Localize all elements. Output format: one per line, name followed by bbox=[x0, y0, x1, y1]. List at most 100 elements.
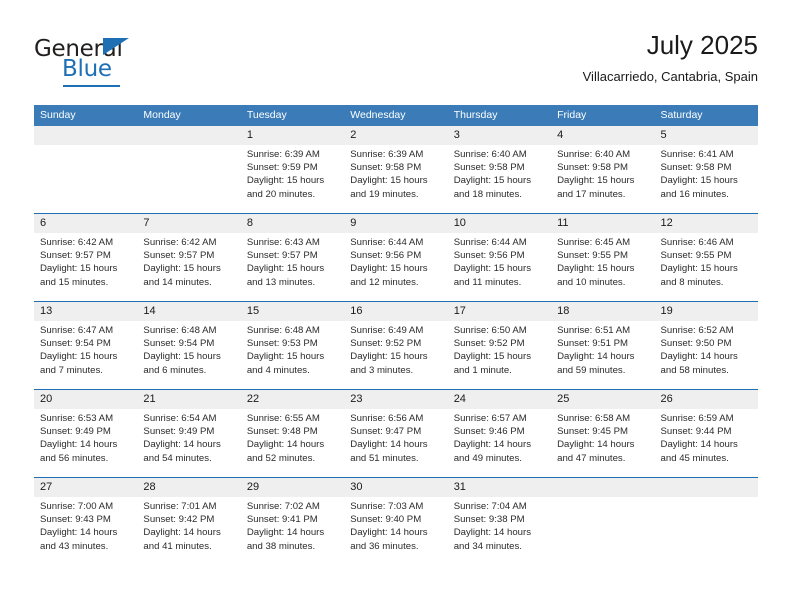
day-detail-line: Daylight: 15 hours bbox=[453, 263, 532, 275]
day-detail-line: Sunset: 9:53 PM bbox=[246, 338, 318, 350]
logo-text-blue: Blue bbox=[62, 56, 112, 82]
day-number-7[interactable]: 7 bbox=[137, 214, 240, 233]
day-number-28[interactable]: 28 bbox=[137, 478, 240, 497]
day-cell-21[interactable]: Sunrise: 6:54 AM Sunset: 9:49 PM Daylight:… bbox=[137, 409, 240, 477]
day-number-18[interactable]: 18 bbox=[551, 302, 654, 321]
day-number-10[interactable]: 10 bbox=[448, 214, 551, 233]
day-cell-19[interactable]: Sunrise: 6:52 AM Sunset: 9:50 PM Daylight:… bbox=[655, 321, 758, 389]
calendar-week-row: 1 2 3 4 5 Sunrise: 6:39 AM Sunset: 9:59 PM Dayl… bbox=[34, 126, 758, 214]
day-cell-27[interactable]: Sunrise: 7:00 AM Sunset: 9:43 PM Daylight:… bbox=[34, 497, 137, 565]
day-cell-7[interactable]: Sunrise: 6:42 AM Sunset: 9:57 PM Daylight:… bbox=[137, 233, 240, 301]
day-cell-16[interactable]: Sunrise: 6:49 AM Sunset: 9:52 PM Daylight:… bbox=[344, 321, 447, 389]
day-number-14[interactable]: 14 bbox=[137, 302, 240, 321]
day-detail-line: Sunset: 9:45 PM bbox=[557, 426, 629, 438]
day-detail-line: Sunset: 9:55 PM bbox=[660, 250, 732, 262]
day-cell-12[interactable]: Sunrise: 6:46 AM Sunset: 9:55 PM Daylight:… bbox=[655, 233, 758, 301]
day-cell-2[interactable]: Sunrise: 6:39 AM Sunset: 9:58 PM Daylight:… bbox=[344, 145, 447, 213]
day-number-17[interactable]: 17 bbox=[448, 302, 551, 321]
day-detail-row: Sunrise: 6:53 AM Sunset: 9:49 PM Daylight:… bbox=[34, 409, 758, 477]
day-cell-4[interactable]: Sunrise: 6:40 AM Sunset: 9:58 PM Daylight:… bbox=[551, 145, 654, 213]
day-number-19[interactable]: 19 bbox=[655, 302, 758, 321]
day-detail-line: Daylight: 14 hours bbox=[143, 527, 221, 539]
day-number-27[interactable]: 27 bbox=[34, 478, 137, 497]
day-number-15[interactable]: 15 bbox=[241, 302, 344, 321]
day-detail-line: Sunrise: 6:39 AM bbox=[246, 149, 320, 160]
day-number-30[interactable]: 30 bbox=[344, 478, 447, 497]
day-cell-29[interactable]: Sunrise: 7:02 AM Sunset: 9:41 PM Daylight:… bbox=[241, 497, 344, 565]
day-number-8[interactable]: 8 bbox=[241, 214, 344, 233]
day-cell-10[interactable]: Sunrise: 6:44 AM Sunset: 9:56 PM Daylight:… bbox=[448, 233, 551, 301]
day-number-25[interactable]: 25 bbox=[551, 390, 654, 409]
day-cell-15[interactable]: Sunrise: 6:48 AM Sunset: 9:53 PM Daylight:… bbox=[241, 321, 344, 389]
day-cell-13[interactable]: Sunrise: 6:47 AM Sunset: 9:54 PM Daylight:… bbox=[34, 321, 137, 389]
day-cell-25[interactable]: Sunrise: 6:58 AM Sunset: 9:45 PM Daylight:… bbox=[551, 409, 654, 477]
day-number-24[interactable]: 24 bbox=[448, 390, 551, 409]
day-detail-line: Sunset: 9:58 PM bbox=[660, 162, 732, 174]
day-number-6[interactable]: 6 bbox=[34, 214, 137, 233]
day-cell-11[interactable]: Sunrise: 6:45 AM Sunset: 9:55 PM Daylight:… bbox=[551, 233, 654, 301]
day-detail-line: Sunrise: 6:53 AM bbox=[40, 413, 114, 424]
day-number-31[interactable]: 31 bbox=[448, 478, 551, 497]
day-detail-line: Sunset: 9:41 PM bbox=[246, 514, 318, 526]
day-cell-3[interactable]: Sunrise: 6:40 AM Sunset: 9:58 PM Daylight:… bbox=[448, 145, 551, 213]
day-detail-line: Daylight: 15 hours bbox=[660, 175, 738, 187]
day-number-3[interactable]: 3 bbox=[448, 126, 551, 145]
day-cell-28[interactable]: Sunrise: 7:01 AM Sunset: 9:42 PM Daylight:… bbox=[137, 497, 240, 565]
day-cell-24[interactable]: Sunrise: 6:57 AM Sunset: 9:46 PM Daylight:… bbox=[448, 409, 551, 477]
day-cell-22[interactable]: Sunrise: 6:55 AM Sunset: 9:48 PM Daylight:… bbox=[241, 409, 344, 477]
day-detail-line: Daylight: 14 hours bbox=[453, 527, 532, 539]
day-detail-line: and 43 minutes. bbox=[40, 540, 109, 552]
day-number-16[interactable]: 16 bbox=[344, 302, 447, 321]
day-detail-line: Daylight: 15 hours bbox=[557, 263, 635, 275]
day-number-2[interactable]: 2 bbox=[344, 126, 447, 145]
day-number-4[interactable]: 4 bbox=[551, 126, 654, 145]
day-detail-line: Sunrise: 6:42 AM bbox=[40, 237, 114, 248]
day-number-29[interactable]: 29 bbox=[241, 478, 344, 497]
day-number-21[interactable]: 21 bbox=[137, 390, 240, 409]
day-detail-line: Sunrise: 6:51 AM bbox=[557, 325, 631, 336]
weekday-header-row: Sunday Monday Tuesday Wednesday Thursday Frid… bbox=[34, 105, 758, 126]
day-cell-18[interactable]: Sunrise: 6:51 AM Sunset: 9:51 PM Daylight:… bbox=[551, 321, 654, 389]
day-cell-8[interactable]: Sunrise: 6:43 AM Sunset: 9:57 PM Daylight:… bbox=[241, 233, 344, 301]
day-number-22[interactable]: 22 bbox=[241, 390, 344, 409]
day-detail-line: Sunset: 9:47 PM bbox=[350, 426, 422, 438]
day-cell-5[interactable]: Sunrise: 6:41 AM Sunset: 9:58 PM Daylight:… bbox=[655, 145, 758, 213]
calendar-week-row: 27 28 29 30 31 Sunrise: 7:00 AM Sunset: 9:43 P… bbox=[34, 478, 758, 565]
day-number-23[interactable]: 23 bbox=[344, 390, 447, 409]
day-cell-20[interactable]: Sunrise: 6:53 AM Sunset: 9:49 PM Daylight:… bbox=[34, 409, 137, 477]
day-cell-26[interactable]: Sunrise: 6:59 AM Sunset: 9:44 PM Daylight:… bbox=[655, 409, 758, 477]
day-cell-23[interactable]: Sunrise: 6:56 AM Sunset: 9:47 PM Daylight:… bbox=[344, 409, 447, 477]
day-number-5[interactable]: 5 bbox=[655, 126, 758, 145]
day-detail-line: Daylight: 14 hours bbox=[350, 527, 428, 539]
day-detail-line: and 56 minutes. bbox=[40, 452, 109, 464]
day-cell-empty bbox=[34, 145, 137, 213]
day-detail-line: Daylight: 15 hours bbox=[143, 263, 221, 275]
calendar-week-row: 13 14 15 16 17 18 19 Sunrise: 6:47 AM Sunset: 9:… bbox=[34, 302, 758, 390]
day-number-row: 27 28 29 30 31 bbox=[34, 478, 758, 497]
day-detail-line: and 1 minute. bbox=[453, 364, 512, 376]
day-detail-line: Sunset: 9:46 PM bbox=[453, 426, 525, 438]
day-detail-line: and 8 minutes. bbox=[660, 276, 724, 288]
day-number-13[interactable]: 13 bbox=[34, 302, 137, 321]
day-detail-line: Sunset: 9:59 PM bbox=[246, 162, 318, 174]
day-number-9[interactable]: 9 bbox=[344, 214, 447, 233]
day-number-1[interactable]: 1 bbox=[241, 126, 344, 145]
day-detail-line: Daylight: 15 hours bbox=[660, 263, 738, 275]
day-cell-17[interactable]: Sunrise: 6:50 AM Sunset: 9:52 PM Daylight:… bbox=[448, 321, 551, 389]
day-cell-6[interactable]: Sunrise: 6:42 AM Sunset: 9:57 PM Daylight:… bbox=[34, 233, 137, 301]
general-blue-logo: General Blue bbox=[34, 36, 214, 92]
day-cell-14[interactable]: Sunrise: 6:48 AM Sunset: 9:54 PM Daylight:… bbox=[137, 321, 240, 389]
day-cell-30[interactable]: Sunrise: 7:03 AM Sunset: 9:40 PM Daylight:… bbox=[344, 497, 447, 565]
day-cell-1[interactable]: Sunrise: 6:39 AM Sunset: 9:59 PM Daylight:… bbox=[241, 145, 344, 213]
day-number-26[interactable]: 26 bbox=[655, 390, 758, 409]
day-detail-line: Daylight: 14 hours bbox=[40, 527, 118, 539]
day-number-11[interactable]: 11 bbox=[551, 214, 654, 233]
day-cell-31[interactable]: Sunrise: 7:04 AM Sunset: 9:38 PM Daylight:… bbox=[448, 497, 551, 565]
weekday-header-tuesday: Tuesday bbox=[246, 109, 287, 121]
day-detail-line: Sunrise: 7:02 AM bbox=[246, 501, 320, 512]
day-number-12[interactable]: 12 bbox=[655, 214, 758, 233]
day-detail-line: Sunrise: 6:50 AM bbox=[453, 325, 527, 336]
day-number-20[interactable]: 20 bbox=[34, 390, 137, 409]
day-cell-9[interactable]: Sunrise: 6:44 AM Sunset: 9:56 PM Daylight:… bbox=[344, 233, 447, 301]
day-detail-line: and 11 minutes. bbox=[453, 276, 522, 288]
